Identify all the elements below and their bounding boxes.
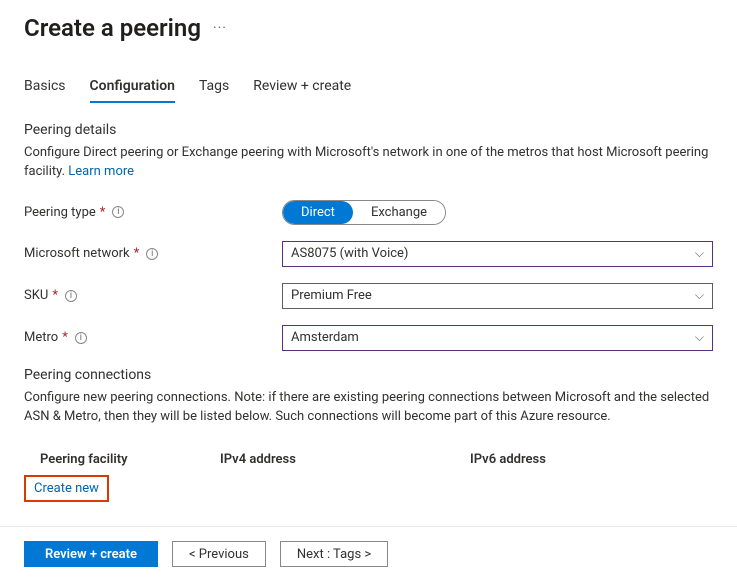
- peering-details-description: Configure Direct peering or Exchange pee…: [24, 144, 713, 182]
- label-microsoft-network: Microsoft network * i: [24, 246, 282, 261]
- chevron-down-icon: ⌵: [695, 330, 704, 345]
- peering-details-title: Peering details: [24, 122, 713, 138]
- footer: Review + create < Previous Next : Tags >: [0, 526, 737, 581]
- title-row: Create a peering ···: [24, 14, 713, 42]
- chevron-down-icon: ⌵: [695, 288, 704, 303]
- create-new-highlight: Create new: [24, 475, 109, 502]
- row-metro: Metro * i Amsterdam ⌵: [24, 325, 713, 351]
- info-icon[interactable]: i: [146, 248, 158, 260]
- peering-type-control: Direct Exchange: [282, 200, 713, 225]
- required-marker: *: [134, 246, 140, 261]
- next-button[interactable]: Next : Tags >: [280, 541, 388, 567]
- peering-connections-description: Configure new peering connections. Note:…: [24, 389, 713, 427]
- sku-value: Premium Free: [291, 288, 372, 303]
- peering-type-direct[interactable]: Direct: [283, 201, 353, 224]
- microsoft-network-control: AS8075 (with Voice) ⌵: [282, 241, 713, 267]
- required-marker: *: [62, 330, 68, 345]
- col-ipv4: IPv4 address: [220, 452, 470, 467]
- previous-button[interactable]: < Previous: [172, 541, 266, 567]
- review-create-button[interactable]: Review + create: [24, 541, 158, 567]
- page-title: Create a peering: [24, 14, 201, 42]
- peering-connections-title: Peering connections: [24, 367, 713, 383]
- row-sku: SKU * i Premium Free ⌵: [24, 283, 713, 309]
- col-peering-facility: Peering facility: [40, 452, 220, 467]
- connections-table-header: Peering facility IPv4 address IPv6 addre…: [24, 444, 713, 477]
- required-marker: *: [100, 205, 106, 220]
- label-sku-text: SKU: [24, 288, 48, 303]
- label-metro-text: Metro: [24, 330, 58, 345]
- metro-value: Amsterdam: [291, 330, 359, 345]
- label-sku: SKU * i: [24, 288, 282, 303]
- tab-review-create[interactable]: Review + create: [253, 72, 351, 102]
- peering-type-toggle[interactable]: Direct Exchange: [282, 200, 446, 225]
- more-icon[interactable]: ···: [213, 20, 227, 36]
- info-icon[interactable]: i: [65, 290, 77, 302]
- microsoft-network-select[interactable]: AS8075 (with Voice) ⌵: [282, 241, 713, 267]
- chevron-down-icon: ⌵: [695, 246, 704, 261]
- peering-type-exchange[interactable]: Exchange: [353, 201, 445, 224]
- col-ipv6: IPv6 address: [470, 452, 713, 467]
- sku-select[interactable]: Premium Free ⌵: [282, 283, 713, 309]
- sku-control: Premium Free ⌵: [282, 283, 713, 309]
- learn-more-link[interactable]: Learn more: [68, 164, 134, 179]
- required-marker: *: [52, 288, 58, 303]
- microsoft-network-value: AS8075 (with Voice): [291, 246, 408, 261]
- create-new-link[interactable]: Create new: [34, 481, 99, 496]
- metro-control: Amsterdam ⌵: [282, 325, 713, 351]
- row-microsoft-network: Microsoft network * i AS8075 (with Voice…: [24, 241, 713, 267]
- info-icon[interactable]: i: [75, 332, 87, 344]
- row-peering-type: Peering type * i Direct Exchange: [24, 200, 713, 225]
- tab-tags[interactable]: Tags: [199, 72, 229, 102]
- metro-select[interactable]: Amsterdam ⌵: [282, 325, 713, 351]
- label-metro: Metro * i: [24, 330, 282, 345]
- label-microsoft-network-text: Microsoft network: [24, 246, 130, 261]
- tabs: Basics Configuration Tags Review + creat…: [24, 72, 713, 102]
- label-peering-type-text: Peering type: [24, 205, 96, 220]
- tab-basics[interactable]: Basics: [24, 72, 66, 102]
- label-peering-type: Peering type * i: [24, 205, 282, 220]
- tab-configuration[interactable]: Configuration: [90, 72, 175, 102]
- info-icon[interactable]: i: [112, 206, 124, 218]
